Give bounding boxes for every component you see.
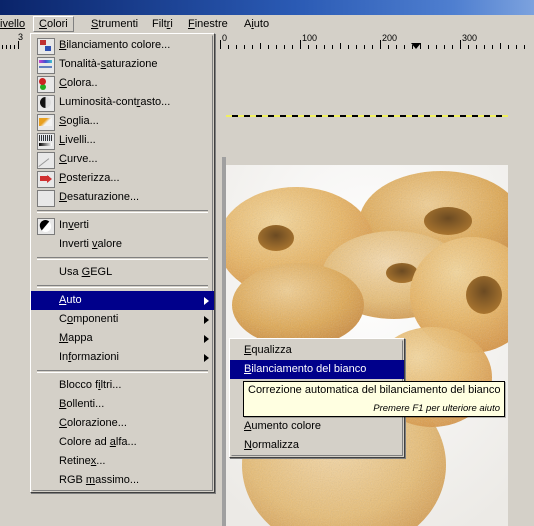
layer-boundary: [226, 115, 508, 117]
menu-item-label: Componenti: [59, 313, 119, 325]
menubar-item-aiuto-label: Aiuto: [244, 18, 270, 30]
menu-item-inverti[interactable]: Inverti: [31, 216, 214, 235]
menu-item-componenti[interactable]: Componenti: [31, 310, 214, 329]
submenu-arrow-icon: [204, 354, 209, 362]
ruler-label-0: 0: [222, 33, 228, 43]
menu-item-label: Mappa: [59, 332, 93, 344]
submenu-arrow-icon: [204, 335, 209, 343]
menubar-item-strumenti[interactable]: Strumenti: [85, 16, 144, 32]
submenu-item-normalizza[interactable]: Normalizza: [230, 436, 404, 455]
submenu-item-label: Aumento colore: [244, 420, 322, 432]
menu-separator: [37, 210, 208, 213]
menu-item-label: Informazioni: [59, 351, 119, 363]
ruler-label-200: 200: [382, 33, 398, 43]
color-balance-icon: [37, 38, 55, 55]
menu-item-curve[interactable]: Curve...: [31, 150, 214, 169]
menu-item-label: RGB massimo...: [59, 474, 140, 486]
ruler-label-300: 300: [462, 33, 478, 43]
curves-icon: [37, 152, 55, 169]
menu-item-label: Auto: [59, 294, 82, 306]
menu-item-inverti-valore[interactable]: Inverti valore: [31, 235, 214, 254]
submenu-arrow-icon: [204, 316, 209, 324]
menu-item-blocco-filtri[interactable]: Blocco filtri...: [31, 376, 214, 395]
tooltip-hint: Premere F1 per ulteriore aiuto: [373, 403, 500, 414]
posterize-icon: [37, 171, 55, 188]
menu-item-colora[interactable]: Colora..: [31, 74, 214, 93]
menubar-item-filtri-label: Filtri: [152, 18, 173, 30]
submenu-item-equalizza[interactable]: Equalizza: [230, 341, 404, 360]
menu-item-auto[interactable]: Auto: [31, 291, 214, 310]
menu-item-label: Livelli...: [59, 134, 96, 146]
menu-item-rgb-massimo[interactable]: RGB massimo...: [31, 471, 214, 490]
hue-saturation-icon: [37, 57, 55, 74]
menubar-item-filtri[interactable]: Filtri: [146, 16, 179, 32]
menu-item-luminosita-contrasto[interactable]: Luminosità-contrasto...: [31, 93, 214, 112]
menu-item-label: Blocco filtri...: [59, 379, 122, 391]
menu-item-bollenti[interactable]: Bollenti...: [31, 395, 214, 414]
brightness-contrast-icon: [37, 95, 55, 112]
menu-item-label: Colore ad alfa...: [59, 436, 137, 448]
menu-item-label: Desaturazione...: [59, 191, 140, 203]
menu-item-label: Luminosità-contrasto...: [59, 96, 171, 108]
submenu-item-label: Normalizza: [244, 439, 300, 451]
menu-bar: ivello Colori Strumenti Filtri Finestre …: [0, 15, 534, 34]
menu-item-label: Bollenti...: [59, 398, 105, 410]
menubar-item-colori[interactable]: Colori: [33, 16, 74, 32]
menubar-item-colori-label: Colori: [39, 18, 68, 30]
menu-item-label: Posterizza...: [59, 172, 120, 184]
colorize-icon: [37, 76, 55, 93]
menu-item-label: Inverti: [59, 219, 89, 231]
submenu-item-label: Bilanciamento del bianco: [244, 363, 367, 375]
submenu-item-label: Equalizza: [244, 344, 292, 356]
desaturate-icon: [37, 190, 55, 207]
menu-item-label: Tonalità-saturazione: [59, 58, 158, 70]
menubar-item-finestre-label: Finestre: [188, 18, 228, 30]
tooltip: Correzione automatica del bilanciamento …: [243, 381, 505, 417]
tooltip-text: Correzione automatica del bilanciamento …: [248, 384, 501, 396]
ruler-label-100: 100: [302, 33, 318, 43]
submenu-item-aumento-colore[interactable]: Aumento colore: [230, 417, 404, 436]
menu-item-mappa[interactable]: Mappa: [31, 329, 214, 348]
menu-item-informazioni[interactable]: Informazioni: [31, 348, 214, 367]
menubar-item-finestre[interactable]: Finestre: [182, 16, 234, 32]
menu-item-livelli[interactable]: Livelli...: [31, 131, 214, 150]
menu-item-soglia[interactable]: Soglia...: [31, 112, 214, 131]
menu-item-label: Bilanciamento colore...: [59, 39, 171, 51]
submenu-arrow-icon: [204, 297, 209, 305]
vertical-ruler-label: 3: [17, 33, 23, 42]
menu-item-label: Usa GEGL: [59, 266, 113, 278]
menu-item-label: Colora..: [59, 77, 98, 89]
menu-item-tonalita-saturazione[interactable]: Tonalità-saturazione: [31, 55, 214, 74]
menu-item-label: Inverti valore: [59, 238, 122, 250]
window-titlebar: [0, 0, 534, 15]
menu-item-colore-ad-alfa[interactable]: Colore ad alfa...: [31, 433, 214, 452]
menubar-item-livello-label: ivello: [0, 18, 26, 30]
menubar-item-strumenti-label: Strumenti: [91, 18, 139, 30]
menu-item-label: Colorazione...: [59, 417, 127, 429]
menu-separator: [37, 370, 208, 373]
colori-menu-popup[interactable]: Bilanciamento colore... Tonalità-saturaz…: [30, 33, 215, 493]
levels-icon: [37, 133, 55, 150]
menu-item-colorazione[interactable]: Colorazione...: [31, 414, 214, 433]
menu-item-usa-gegl[interactable]: Usa GEGL: [31, 263, 214, 282]
menu-item-label: Soglia...: [59, 115, 99, 127]
menubar-item-aiuto[interactable]: Aiuto: [238, 16, 275, 32]
menu-item-retinex[interactable]: Retinex...: [31, 452, 214, 471]
menu-separator: [37, 257, 208, 260]
menubar-item-livello[interactable]: ivello: [0, 16, 31, 32]
menu-item-label: Retinex...: [59, 455, 106, 467]
invert-icon: [37, 218, 55, 235]
menu-item-desaturazione[interactable]: Desaturazione...: [31, 188, 214, 207]
menu-item-label: Curve...: [59, 153, 98, 165]
submenu-item-bilanciamento-del-bianco[interactable]: Bilanciamento del bianco: [230, 360, 404, 379]
menu-item-bilanciamento-colore[interactable]: Bilanciamento colore...: [31, 36, 214, 55]
menu-item-posterizza[interactable]: Posterizza...: [31, 169, 214, 188]
menu-separator: [37, 285, 208, 288]
threshold-icon: [37, 114, 55, 131]
